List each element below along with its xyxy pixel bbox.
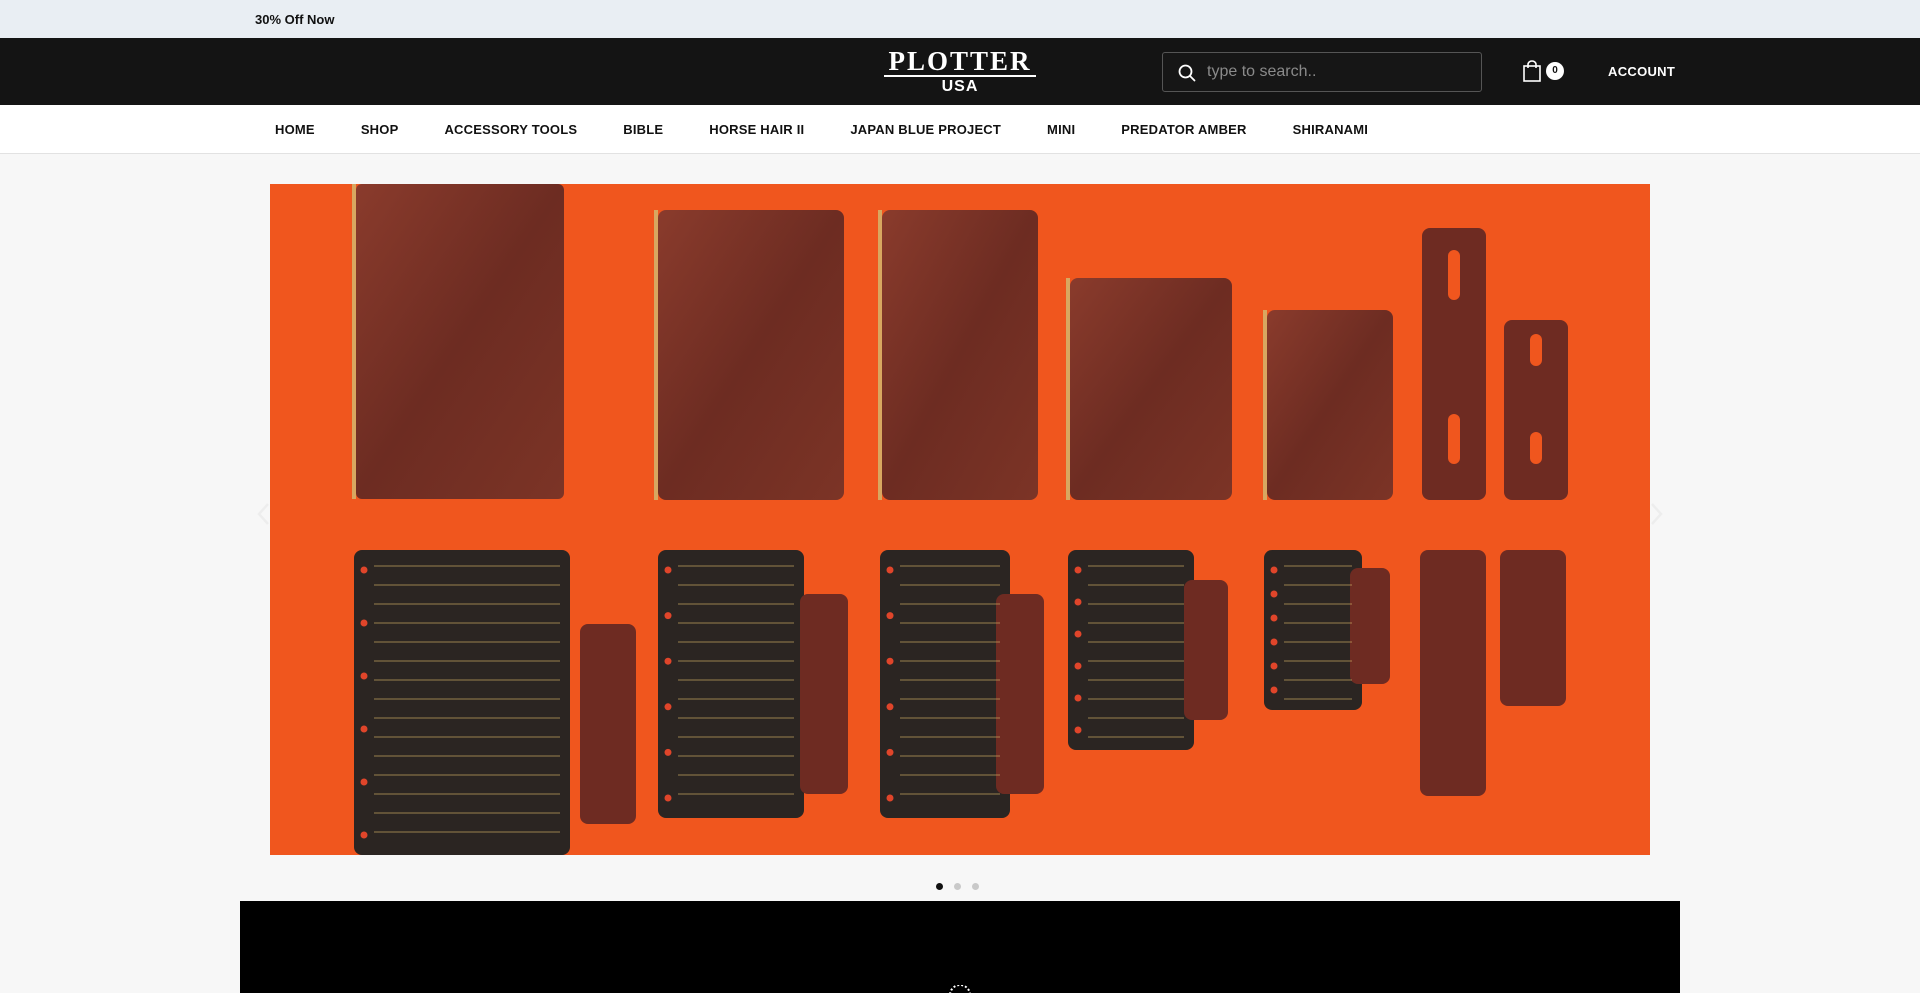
nav-item-shiranami[interactable]: SHIRANAMI bbox=[1293, 105, 1368, 154]
nav-item-shop[interactable]: SHOP bbox=[361, 105, 399, 154]
card-ring-hole bbox=[664, 566, 672, 574]
cart-count-badge: 0 bbox=[1546, 62, 1564, 80]
card-ring-hole bbox=[664, 794, 672, 802]
card-ring-hole bbox=[664, 748, 672, 756]
search-box[interactable] bbox=[1162, 52, 1482, 92]
card-ring-hole bbox=[1074, 694, 1082, 702]
announcement-text[interactable]: 30% Off Now bbox=[255, 12, 334, 27]
search-icon[interactable] bbox=[1177, 63, 1197, 83]
brand-banner bbox=[240, 901, 1680, 993]
cart-button[interactable]: 0 bbox=[1522, 60, 1568, 86]
announcement-bar: 30% Off Now bbox=[0, 0, 1920, 38]
shopping-bag-icon bbox=[1523, 60, 1541, 82]
card-ring-hole bbox=[1074, 662, 1082, 670]
sunburst-emblem-icon bbox=[949, 985, 971, 993]
nav-item-horse-hair-ii[interactable]: HORSE HAIR II bbox=[709, 105, 804, 154]
search-input[interactable] bbox=[1207, 53, 1477, 91]
card-ring-hole bbox=[360, 831, 368, 839]
card-ring-hole bbox=[886, 566, 894, 574]
card-ring-hole bbox=[1270, 638, 1278, 646]
card-ring-hole bbox=[360, 778, 368, 786]
card-ring-hole bbox=[1270, 614, 1278, 622]
card-ring-hole bbox=[1074, 630, 1082, 638]
card-ring-hole bbox=[1074, 598, 1082, 606]
card-ring-hole bbox=[360, 566, 368, 574]
card-ring-hole bbox=[664, 703, 672, 711]
hero-image bbox=[270, 184, 1650, 855]
site-logo[interactable]: PLOTTER USA bbox=[884, 48, 1036, 95]
slide-dot-2[interactable] bbox=[954, 883, 961, 890]
chevron-right-icon[interactable] bbox=[1646, 500, 1666, 528]
card-ring-hole bbox=[664, 612, 672, 620]
site-header: PLOTTER USA 0 ACCOUNT bbox=[0, 38, 1920, 105]
main-navigation: HOME SHOP ACCESSORY TOOLS BIBLE HORSE HA… bbox=[0, 105, 1920, 154]
slide-dot-1[interactable] bbox=[936, 883, 943, 890]
account-link[interactable]: ACCOUNT bbox=[1608, 64, 1675, 79]
card-ring-hole bbox=[1074, 726, 1082, 734]
nav-item-mini[interactable]: MINI bbox=[1047, 105, 1075, 154]
hero-slider[interactable] bbox=[270, 184, 1650, 855]
card-ring-hole bbox=[1270, 662, 1278, 670]
card-ring-hole bbox=[886, 748, 894, 756]
card-ring-hole bbox=[1270, 686, 1278, 694]
card-ring-hole bbox=[1270, 590, 1278, 598]
card-ring-hole bbox=[360, 619, 368, 627]
slider-pagination bbox=[936, 883, 990, 890]
chevron-left-icon[interactable] bbox=[254, 500, 274, 528]
card-ring-hole bbox=[886, 703, 894, 711]
card-ring-hole bbox=[360, 725, 368, 733]
card-ring-hole bbox=[1270, 566, 1278, 574]
nav-item-accessory-tools[interactable]: ACCESSORY TOOLS bbox=[444, 105, 577, 154]
logo-wordmark: PLOTTER bbox=[884, 48, 1036, 77]
card-ring-hole bbox=[886, 794, 894, 802]
card-ring-hole bbox=[886, 657, 894, 665]
card-ring-hole bbox=[1074, 566, 1082, 574]
card-ring-hole bbox=[664, 657, 672, 665]
card-ring-hole bbox=[360, 672, 368, 680]
slide-dot-3[interactable] bbox=[972, 883, 979, 890]
nav-item-predator-amber[interactable]: PREDATOR AMBER bbox=[1121, 105, 1246, 154]
card-ring-hole bbox=[886, 612, 894, 620]
nav-item-japan-blue-project[interactable]: JAPAN BLUE PROJECT bbox=[850, 105, 1001, 154]
nav-item-home[interactable]: HOME bbox=[275, 105, 315, 154]
logo-subtitle: USA bbox=[941, 78, 979, 95]
nav-item-bible[interactable]: BIBLE bbox=[623, 105, 663, 154]
